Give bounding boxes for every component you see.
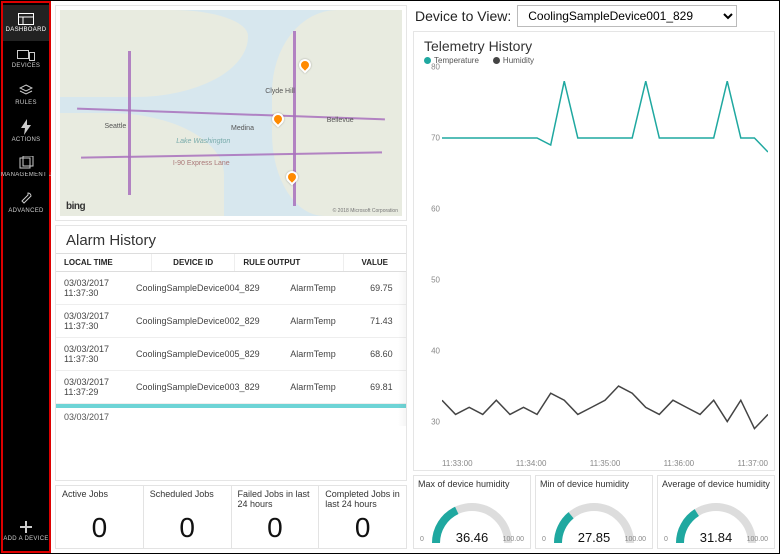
jobs-tiles: Active Jobs0Scheduled Jobs0Failed Jobs i…	[55, 485, 407, 549]
gauge-tile[interactable]: Min of device humidity 0 100.00 27.85	[535, 475, 653, 549]
sidebar-add-device[interactable]: ADD A DEVICE	[3, 511, 49, 551]
job-tile[interactable]: Completed Jobs in last 24 hours0	[319, 485, 407, 549]
wrench-icon	[19, 192, 33, 206]
telemetry-chart-title: Telemetry History	[424, 38, 768, 54]
telemetry-legend: TemperatureHumidity	[424, 56, 768, 65]
table-col-localtime[interactable]: LOCAL TIME	[56, 254, 151, 272]
map-provider-logo: bing	[66, 201, 85, 212]
y-tick-label: 50	[426, 275, 440, 284]
sidebar-item-label: DEVICES	[12, 63, 40, 69]
sidebar-item-label: ACTIONS	[12, 137, 41, 143]
sidebar-item-management-jobs[interactable]: MANAGEMENT JOBS	[3, 149, 49, 185]
job-tile-title: Completed Jobs in last 24 hours	[325, 490, 400, 510]
alarm-history-title: Alarm History	[56, 232, 406, 253]
map-panel[interactable]: Seattle Bellevue Clyde Hill Medina Lake …	[55, 5, 407, 221]
rules-icon	[19, 84, 33, 98]
left-column: Seattle Bellevue Clyde Hill Medina Lake …	[51, 1, 411, 553]
telemetry-chart-area[interactable]: 304050607080	[442, 67, 768, 457]
map-place-label: Seattle	[104, 123, 126, 130]
sidebar-item-rules[interactable]: RULES	[3, 77, 49, 113]
map-surface[interactable]: Seattle Bellevue Clyde Hill Medina Lake …	[60, 10, 402, 216]
job-tile[interactable]: Failed Jobs in last 24 hours0	[232, 485, 320, 549]
series-line	[442, 386, 768, 429]
x-tick-label: 11:37:00	[737, 459, 768, 468]
job-tile-value: 0	[62, 512, 137, 544]
gauge-max: 100.00	[503, 536, 524, 543]
gauge-max: 100.00	[625, 536, 646, 543]
gauge-min: 0	[664, 536, 668, 543]
telemetry-x-axis: 11:33:00 11:34:00 11:35:00 11:36:00 11:37:00	[442, 457, 768, 468]
devices-icon	[17, 49, 35, 61]
map-place-label: Clyde Hill	[265, 88, 295, 95]
y-tick-label: 70	[426, 133, 440, 142]
alarm-history-panel: Alarm History LOCAL TIME DEVICE ID RULE …	[55, 225, 407, 481]
gauge-min: 0	[542, 536, 546, 543]
sidebar-item-label: ADD A DEVICE	[3, 536, 48, 542]
gauge-value: 27.85	[578, 530, 611, 545]
map-place-label: Lake Washington	[176, 138, 230, 145]
sidebar: DASHBOARD DEVICES RULES ACTIONS MANAGEME…	[1, 1, 51, 553]
table-col-value[interactable]: VALUE	[343, 254, 406, 272]
main-content: Seattle Bellevue Clyde Hill Medina Lake …	[51, 1, 779, 553]
dashboard-icon	[18, 13, 34, 25]
right-column: Device to View: CoolingSampleDevice001_8…	[411, 1, 779, 553]
table-row[interactable]: 03/03/201711:37:30CoolingSampleDevice005…	[56, 338, 406, 371]
sidebar-item-advanced[interactable]: ADVANCED	[3, 185, 49, 221]
map-place-label: Bellevue	[327, 117, 354, 124]
y-tick-label: 80	[426, 63, 440, 72]
gauge-max: 100.00	[747, 536, 768, 543]
sidebar-item-label: ADVANCED	[8, 208, 43, 214]
sidebar-item-actions[interactable]: ACTIONS	[3, 113, 49, 149]
job-tile-title: Scheduled Jobs	[150, 490, 225, 500]
job-tile-value: 0	[325, 512, 400, 544]
map-place-label: Medina	[231, 125, 254, 132]
gauge-min: 0	[420, 536, 424, 543]
x-tick-label: 11:33:00	[442, 459, 473, 468]
sidebar-item-dashboard[interactable]: DASHBOARD	[3, 5, 49, 41]
table-row[interactable]: 03/03/201711:37:30CoolingSampleDevice002…	[56, 305, 406, 338]
sidebar-item-label: MANAGEMENT JOBS	[1, 172, 51, 178]
gauge-row: Max of device humidity 0 100.00 36.46 Mi…	[413, 475, 775, 549]
job-tile[interactable]: Scheduled Jobs 0	[144, 485, 232, 549]
table-col-deviceid[interactable]: DEVICE ID	[151, 254, 234, 272]
sidebar-item-devices[interactable]: DEVICES	[3, 41, 49, 77]
job-tile-title: Active Jobs	[62, 490, 137, 500]
device-header: Device to View: CoolingSampleDevice001_8…	[413, 5, 775, 31]
x-tick-label: 11:35:00	[590, 459, 621, 468]
gauge-title: Min of device humidity	[540, 479, 648, 489]
gauge-tile[interactable]: Max of device humidity 0 100.00 36.46	[413, 475, 531, 549]
y-tick-label: 30	[426, 417, 440, 426]
map-place-label: I-90 Express Lane	[173, 160, 230, 167]
gauge-tile[interactable]: Average of device humidity 0 100.00 31.8…	[657, 475, 775, 549]
gauge-title: Average of device humidity	[662, 479, 770, 489]
series-line	[442, 81, 768, 152]
telemetry-chart-panel: Telemetry History TemperatureHumidity 30…	[413, 31, 775, 471]
device-select[interactable]: CoolingSampleDevice001_829	[517, 5, 737, 27]
plus-icon	[19, 520, 33, 534]
y-tick-label: 60	[426, 204, 440, 213]
y-tick-label: 40	[426, 346, 440, 355]
table-row[interactable]: 03/03/201711:37:29CoolingSampleDevice003…	[56, 371, 406, 404]
bolt-icon	[21, 119, 31, 135]
jobs-icon	[18, 156, 34, 170]
alarm-history-table: LOCAL TIME DEVICE ID RULE OUTPUT VALUE	[56, 253, 406, 272]
job-tile-value: 0	[238, 512, 313, 544]
sidebar-item-label: RULES	[15, 100, 37, 106]
gauge-value: 36.46	[456, 530, 489, 545]
map-attribution: © 2018 Microsoft Corporation	[333, 208, 398, 214]
device-to-view-label: Device to View:	[415, 8, 511, 24]
job-tile-value: 0	[150, 512, 225, 544]
table-row[interactable]: 03/03/201711:37:30CoolingSampleDevice004…	[56, 272, 406, 305]
x-tick-label: 11:36:00	[664, 459, 695, 468]
alarm-table-body[interactable]: 03/03/201711:37:30CoolingSampleDevice004…	[56, 272, 406, 426]
gauge-title: Max of device humidity	[418, 479, 526, 489]
table-col-ruleoutput[interactable]: RULE OUTPUT	[235, 254, 343, 272]
job-tile[interactable]: Active Jobs 0	[55, 485, 144, 549]
sidebar-item-label: DASHBOARD	[6, 27, 47, 33]
job-tile-title: Failed Jobs in last 24 hours	[238, 490, 313, 510]
x-tick-label: 11:34:00	[516, 459, 547, 468]
legend-item: Humidity	[493, 56, 534, 65]
gauge-value: 31.84	[700, 530, 733, 545]
